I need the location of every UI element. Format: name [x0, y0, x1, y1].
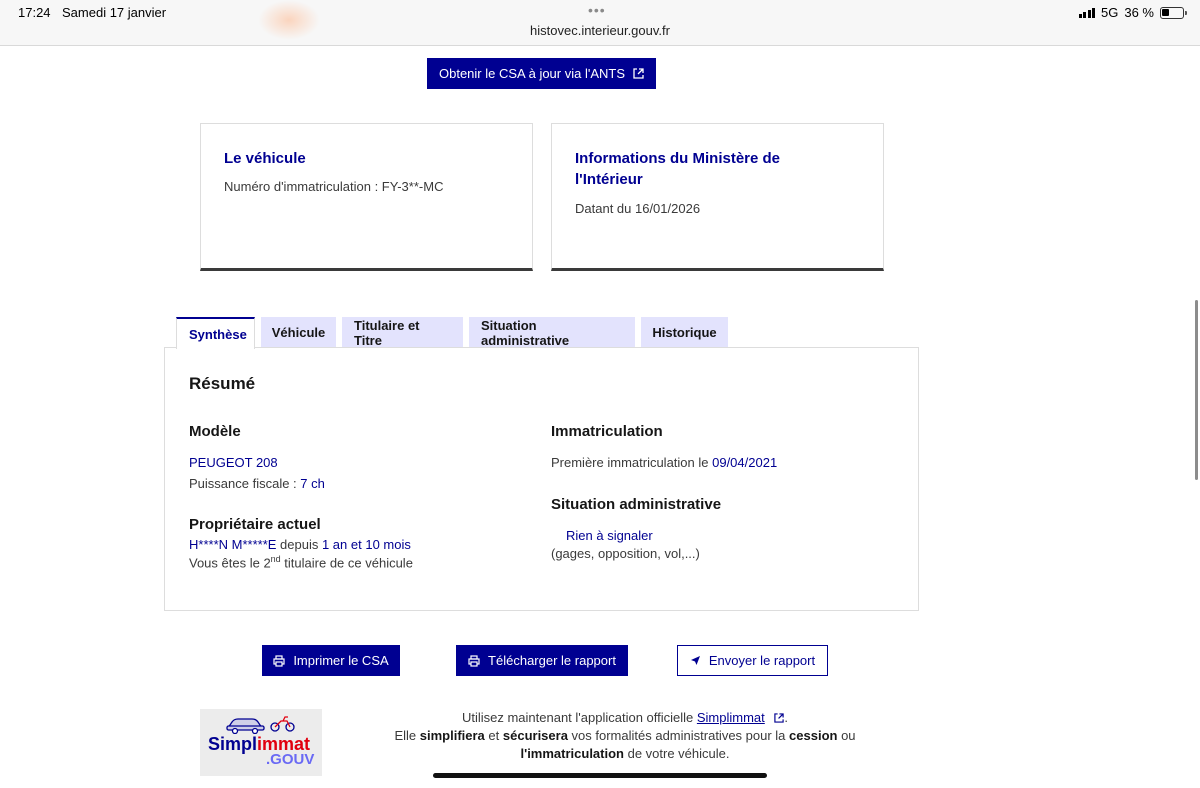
report-tabs: Synthèse Véhicule Titulaire et Titre Sit… — [176, 317, 728, 349]
promo-l2-b3: cession — [789, 728, 838, 743]
motorbike-icon — [270, 716, 295, 732]
logo-gouv: .GOUV — [266, 751, 315, 768]
tab-situation-administrative[interactable]: Situation administrative — [469, 317, 635, 348]
owner-rank: Vous êtes le 2nd titulaire de ce véhicul… — [189, 554, 413, 570]
promo-l2-b1: simplifiera — [419, 728, 485, 743]
tab-historique[interactable]: Historique — [641, 317, 728, 348]
more-dots-icon[interactable]: ••• — [588, 2, 606, 18]
ministry-title-line1: Informations du Ministère de — [575, 150, 781, 167]
download-report-label: Télécharger le rapport — [488, 653, 616, 668]
ministry-card-title: Informations du Ministère de l'Intérieur — [575, 148, 860, 190]
admin-status: Rien à signaler — [566, 528, 653, 543]
first-registration-label: Première immatriculation le — [551, 455, 713, 470]
print-csa-button[interactable]: Imprimer le CSA — [262, 645, 400, 676]
signal-icon — [1078, 7, 1096, 18]
vehicle-card-title: Le véhicule — [224, 150, 306, 167]
owner-since-label: depuis — [276, 537, 322, 552]
tab-titulaire[interactable]: Titulaire et Titre — [342, 317, 463, 348]
promo-l2-b2: sécurisera — [502, 728, 568, 743]
send-icon — [690, 656, 700, 665]
first-registration: Première immatriculation le 09/04/2021 — [551, 455, 777, 470]
summary-title: Résumé — [189, 374, 256, 393]
printer-icon — [468, 654, 480, 667]
car-icon — [226, 718, 265, 734]
printer-icon — [273, 654, 285, 667]
fiscal-power-label: Puissance fiscale : — [189, 476, 301, 491]
tab-vehicule[interactable]: Véhicule — [261, 317, 336, 348]
promo-line1-prefix: Utilisez maintenant l'application offici… — [461, 710, 697, 725]
send-report-label: Envoyer le rapport — [708, 653, 816, 668]
fiscal-power: Puissance fiscale : 7 ch — [189, 476, 325, 491]
external-link-icon — [774, 713, 785, 723]
date: Samedi 17 janvier — [62, 5, 167, 20]
simplimmat-promo: Utilisez maintenant l'application offici… — [380, 709, 870, 763]
ministry-title-line2: l'Intérieur — [575, 171, 643, 188]
ants-csa-button[interactable]: Obtenir le CSA à jour via l'ANTS — [427, 58, 656, 89]
admin-details: (gages, opposition, vol,...) — [551, 546, 700, 561]
promo-l2-p4: ou — [837, 728, 856, 743]
fiscal-power-value: 7 ch — [300, 476, 325, 491]
promo-l3-b1: l'immatriculation — [520, 746, 624, 761]
battery-icon — [1160, 6, 1187, 19]
data-date: Datant du 16/01/2026 — [575, 201, 701, 216]
home-indicator[interactable] — [433, 773, 767, 778]
promo-line-3: l'immatriculation de votre véhicule. — [380, 745, 870, 763]
first-registration-date: 09/04/2021 — [712, 455, 778, 470]
battery-label: 36 % — [1124, 5, 1154, 20]
promo-l3-p1: de votre véhicule. — [623, 746, 730, 761]
owner-name: H****N M*****E — [189, 537, 277, 552]
download-report-button[interactable]: Télécharger le rapport — [456, 645, 628, 676]
ants-csa-label: Obtenir le CSA à jour via l'ANTS — [439, 66, 625, 81]
owner-since-value: 1 an et 10 mois — [321, 537, 411, 552]
promo-line1-suffix: . — [784, 710, 789, 725]
simplimmat-logo[interactable]: Simplimmat .GOUV — [200, 709, 322, 776]
external-link-icon — [633, 68, 644, 79]
page-scrollbar[interactable] — [1195, 300, 1198, 480]
registration-heading: Immatriculation — [551, 423, 663, 440]
send-report-button[interactable]: Envoyer le rapport — [677, 645, 828, 676]
owner-rank-sup: nd — [270, 554, 281, 564]
owner-rank-suffix: titulaire de ce véhicule — [280, 555, 413, 571]
owner-heading: Propriétaire actuel — [189, 516, 321, 533]
promo-l2-p1: Elle — [394, 728, 420, 743]
vehicle-card: Le véhicule Numéro d'immatriculation : F… — [200, 123, 533, 271]
model-heading: Modèle — [189, 423, 241, 440]
browser-status-bar: 17:24 Samedi 17 janvier ••• histovec.int… — [0, 0, 1200, 46]
admin-heading: Situation administrative — [551, 496, 722, 513]
synthese-panel: Résumé Modèle PEUGEOT 208 Puissance fisc… — [164, 347, 919, 611]
print-csa-label: Imprimer le CSA — [293, 653, 389, 668]
promo-line-2: Elle simplifiera et sécurisera vos forma… — [380, 727, 870, 745]
status-indicators: 5G 36 % — [1078, 5, 1187, 20]
address-bar[interactable]: histovec.interieur.gouv.fr — [0, 23, 1200, 38]
network-label: 5G — [1101, 5, 1119, 20]
logo-word-1: Simpl — [208, 734, 258, 754]
promo-line-1: Utilisez maintenant l'application offici… — [380, 709, 870, 727]
plate-number: Numéro d'immatriculation : FY-3**-MC — [224, 179, 444, 194]
promo-l2-p3: vos formalités administratives pour la — [567, 728, 790, 743]
ministry-card: Informations du Ministère de l'Intérieur… — [551, 123, 884, 271]
owner-rank-prefix: Vous êtes le 2 — [189, 555, 271, 571]
clock: 17:24 — [18, 5, 51, 20]
owner-line: H****N M*****E depuis 1 an et 10 mois — [189, 537, 411, 552]
model-name: PEUGEOT 208 — [189, 455, 278, 470]
simplimmat-link[interactable]: Simplimmat — [697, 710, 765, 725]
promo-l2-p2: et — [484, 728, 503, 743]
tab-synthese[interactable]: Synthèse — [176, 317, 255, 349]
